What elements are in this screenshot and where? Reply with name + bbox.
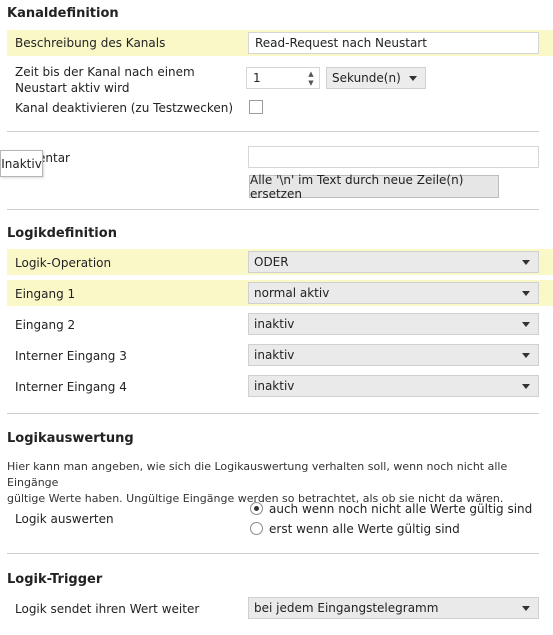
chevron-down-icon	[522, 606, 530, 611]
chevron-down-icon	[522, 353, 530, 358]
auswertung-description: Hier kann man angeben, wie sich die Logi…	[7, 459, 542, 507]
section-title-kanaldefinition: Kanaldefinition	[7, 6, 119, 21]
interner-eingang-4-value: inaktiv	[254, 379, 295, 393]
logik-operation-select[interactable]: ODER	[248, 251, 539, 273]
eingang-2-select[interactable]: inaktiv	[248, 313, 539, 335]
eingang-1-label: Eingang 1	[15, 287, 76, 301]
eingang-2-value: inaktiv	[254, 317, 295, 331]
zeit-label: Zeit bis der Kanal nach einem Neustart a…	[15, 64, 195, 96]
beschreibung-input[interactable]: Read-Request nach Neustart	[248, 32, 539, 54]
eingang-1-select[interactable]: normal aktiv	[248, 282, 539, 304]
section-title-logikdefinition: Logikdefinition	[7, 226, 117, 241]
trigger-select[interactable]: bei jedem Eingangstelegramm	[248, 597, 539, 619]
zeit-label-line2: Neustart aktiv wird	[15, 81, 130, 95]
separator	[7, 131, 539, 132]
zeit-label-line1: Zeit bis der Kanal nach einem	[15, 65, 195, 79]
radio-erst-wenn-label[interactable]: erst wenn alle Werte gültig sind	[269, 522, 460, 536]
trigger-value: bei jedem Eingangstelegramm	[254, 601, 439, 615]
chevron-down-icon	[409, 76, 417, 81]
chevron-down-icon	[522, 260, 530, 265]
separator	[7, 209, 539, 210]
zeit-unit-select[interactable]: Sekunde(n)	[326, 67, 426, 89]
interner-eingang-3-label: Interner Eingang 3	[15, 349, 127, 363]
zeit-unit-value: Sekunde(n)	[332, 71, 401, 85]
deaktivieren-checkbox[interactable]	[249, 100, 263, 114]
interner-eingang-3-value: inaktiv	[254, 348, 295, 362]
chevron-down-icon	[522, 384, 530, 389]
kommentar-input[interactable]	[248, 146, 539, 168]
eingang-1-value: normal aktiv	[254, 286, 330, 300]
eingang-2-label: Eingang 2	[15, 318, 76, 332]
chevron-down-icon	[522, 322, 530, 327]
section-title-logik-trigger: Logik-Trigger	[7, 572, 103, 587]
radio-auch-wenn-label[interactable]: auch wenn noch nicht alle Werte gültig s…	[269, 502, 532, 516]
separator	[7, 553, 539, 554]
zeit-value: 1	[253, 71, 261, 85]
tooltip: Inaktiv	[0, 150, 43, 177]
section-title-logikauswertung: Logikauswertung	[7, 431, 134, 446]
logik-operation-label: Logik-Operation	[15, 256, 112, 270]
separator	[7, 413, 539, 414]
replace-newlines-button[interactable]: Alle '\n' im Text durch neue Zeile(n) er…	[249, 173, 499, 201]
deaktivieren-label: Kanal deaktivieren (zu Testzwecken)	[15, 101, 234, 115]
logik-operation-value: ODER	[254, 255, 289, 269]
interner-eingang-4-label: Interner Eingang 4	[15, 380, 127, 394]
radio-erst-wenn[interactable]	[250, 522, 263, 535]
logik-auswerten-label: Logik auswerten	[15, 512, 114, 526]
trigger-label: Logik sendet ihren Wert weiter	[15, 602, 200, 616]
spinner-arrows-icon[interactable]: ▲ ▼	[306, 70, 316, 87]
beschreibung-label: Beschreibung des Kanals	[15, 36, 166, 50]
interner-eingang-3-select[interactable]: inaktiv	[248, 344, 539, 366]
interner-eingang-4-select[interactable]: inaktiv	[248, 375, 539, 397]
auswertung-description-line1: Hier kann man angeben, wie sich die Logi…	[7, 460, 508, 489]
chevron-down-icon	[522, 291, 530, 296]
radio-auch-wenn[interactable]	[250, 502, 263, 515]
zeit-spinbox[interactable]: 1 ▲ ▼	[246, 67, 320, 89]
